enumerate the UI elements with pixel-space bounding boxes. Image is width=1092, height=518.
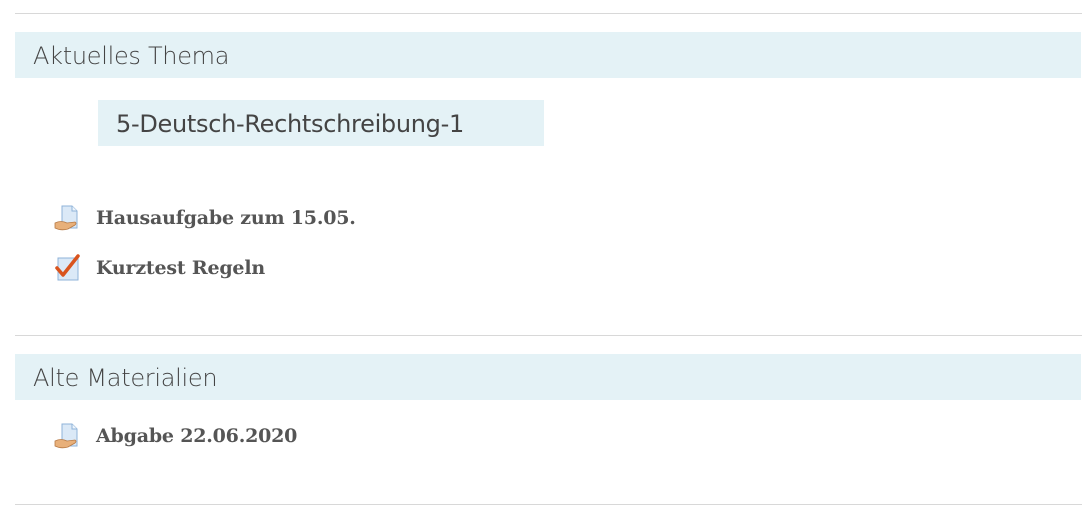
activity-name: Hausaufgabe zum 15.05. (96, 207, 356, 229)
activity-name: Abgabe 22.06.2020 (96, 425, 298, 447)
section-header-alte-materialien: Alte Materialien (15, 354, 1081, 400)
activity-quiz-kurztest[interactable]: Kurztest Regeln (54, 253, 265, 283)
divider-top (15, 13, 1082, 14)
section-header-aktuelles-thema: Aktuelles Thema (15, 32, 1081, 78)
topic-label-text: 5-Deutsch-Rechtschreibung-1 (116, 110, 464, 138)
activity-name: Kurztest Regeln (96, 257, 265, 279)
activity-assignment-hausaufgabe[interactable]: Hausaufgabe zum 15.05. (54, 203, 356, 233)
assignment-icon (54, 205, 78, 231)
section-title: Aktuelles Thema (33, 42, 230, 70)
activity-assignment-abgabe[interactable]: Abgabe 22.06.2020 (54, 421, 297, 451)
quiz-icon (55, 254, 80, 281)
divider-middle (15, 335, 1082, 336)
section-title: Alte Materialien (33, 364, 218, 392)
assignment-icon (54, 423, 78, 449)
topic-label: 5-Deutsch-Rechtschreibung-1 (98, 100, 544, 146)
divider-bottom (15, 504, 1082, 505)
